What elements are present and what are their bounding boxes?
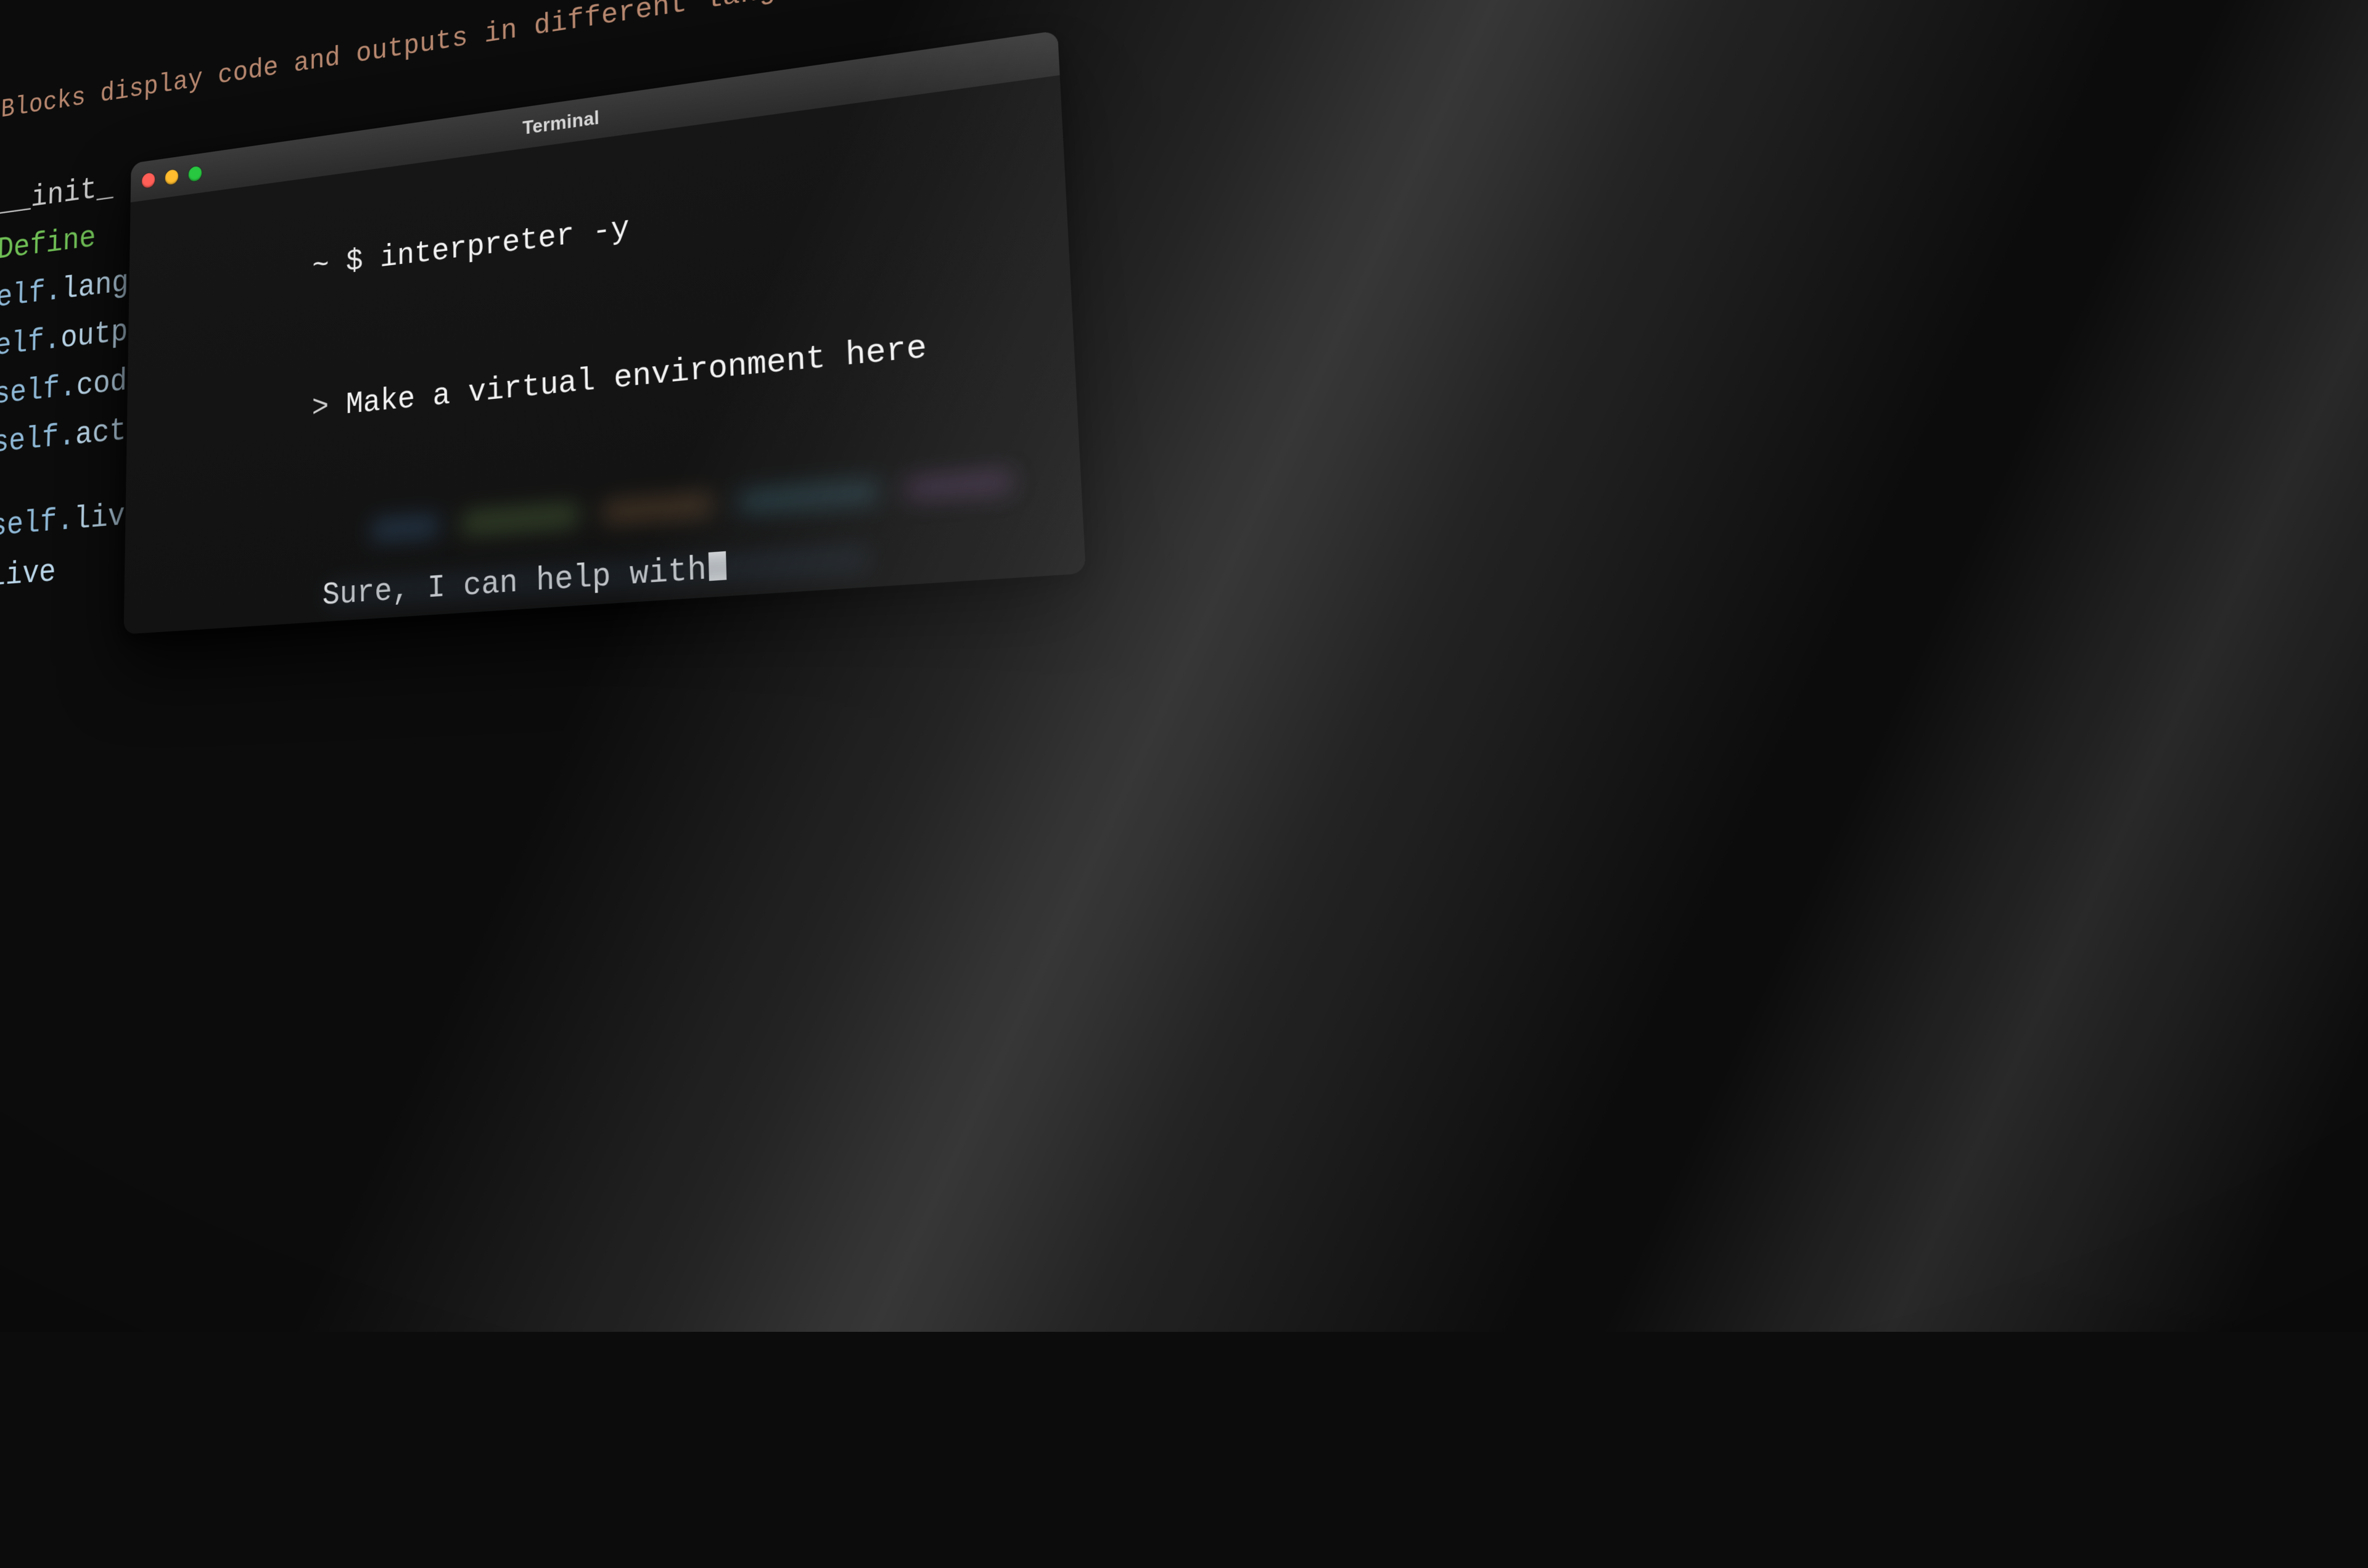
user-input: Make a virtual environment here — [346, 329, 927, 423]
cursor-icon — [709, 551, 727, 581]
shell-command: interpreter -y — [380, 210, 630, 276]
input-chevron-icon: > — [312, 388, 346, 426]
